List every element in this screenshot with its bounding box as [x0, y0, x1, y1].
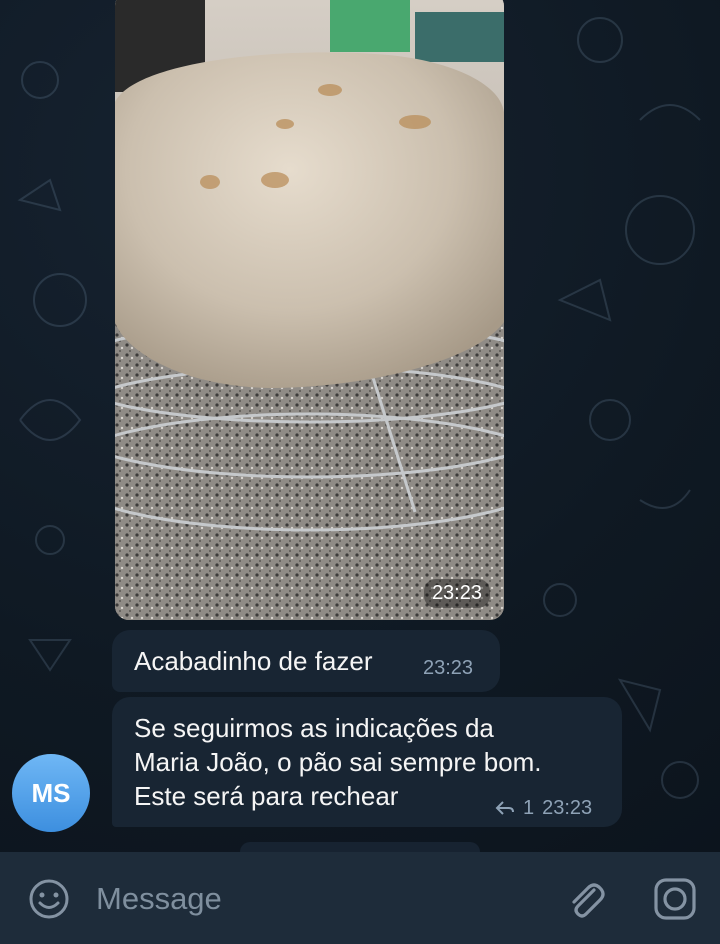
message-text-line: Maria João, o pão sai sempre bom. [134, 747, 542, 777]
avatar-initials: MS [31, 777, 71, 808]
message-text-line: Se seguirmos as indicações da [134, 713, 494, 743]
message-text-line: Este será para rechear [134, 781, 399, 811]
message-text: Acabadinho de fazer [134, 646, 373, 676]
camera-icon[interactable] [650, 874, 700, 924]
photo-message[interactable]: 23:23 [115, 0, 504, 620]
message-input[interactable] [94, 872, 538, 926]
message-bubble[interactable]: Acabadinho de fazer 23:23 [112, 630, 500, 692]
message-time: 23:23 [542, 797, 593, 819]
reply-count[interactable]: 1 [523, 791, 534, 825]
paperclip-icon[interactable] [560, 874, 610, 924]
message-meta: 1 23:23 [495, 791, 592, 825]
avatar[interactable]: MS [12, 754, 90, 832]
emoji-icon[interactable] [26, 876, 72, 922]
photo-timestamp: 23:23 [423, 579, 490, 608]
bread-photo [115, 0, 504, 620]
reply-icon[interactable] [495, 800, 515, 816]
message-bubble[interactable]: Se seguirmos as indicações da Maria João… [112, 697, 622, 827]
message-time: 23:23 [423, 657, 474, 679]
message-composer [0, 852, 720, 944]
